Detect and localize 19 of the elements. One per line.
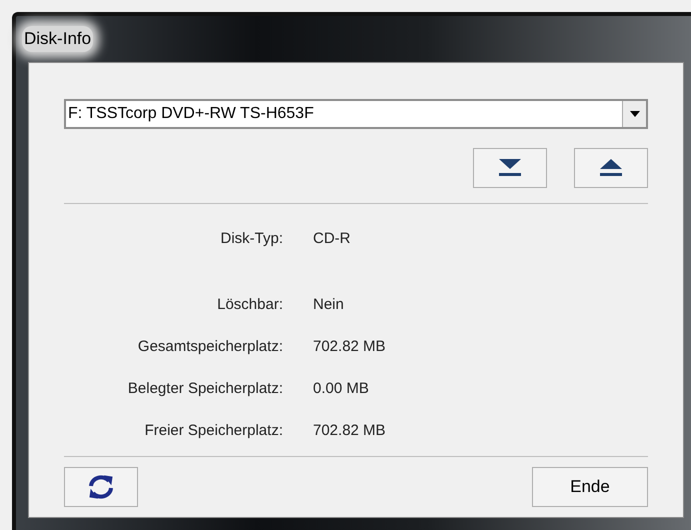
- close-button[interactable]: Ende: [532, 467, 648, 507]
- info-value: 702.82 MB: [313, 336, 386, 357]
- info-value: 0.00 MB: [313, 378, 369, 399]
- info-label: Gesamtspeicherplatz:: [136, 336, 283, 357]
- window-title: Disk-Info: [22, 26, 94, 52]
- eject-icon: [600, 159, 622, 177]
- info-value: 702.82 MB: [313, 420, 386, 441]
- drive-dropdown[interactable]: F: TSSTcorp DVD+-RW TS-H653F: [64, 99, 648, 129]
- dropdown-caret-icon: [630, 111, 640, 117]
- info-label: Belegter Speicherplatz:: [126, 378, 283, 399]
- info-value: CD-R: [313, 228, 350, 249]
- info-value: Nein: [313, 294, 344, 315]
- info-label: Freier Speicherplatz:: [144, 420, 283, 441]
- eject-button[interactable]: [574, 148, 648, 188]
- load-disc-button[interactable]: [473, 148, 547, 188]
- refresh-button[interactable]: [64, 467, 138, 507]
- info-label: Löschbar:: [216, 294, 283, 315]
- arrow-down-bar-icon: [499, 159, 521, 177]
- info-label: Disk-Typ:: [219, 228, 283, 249]
